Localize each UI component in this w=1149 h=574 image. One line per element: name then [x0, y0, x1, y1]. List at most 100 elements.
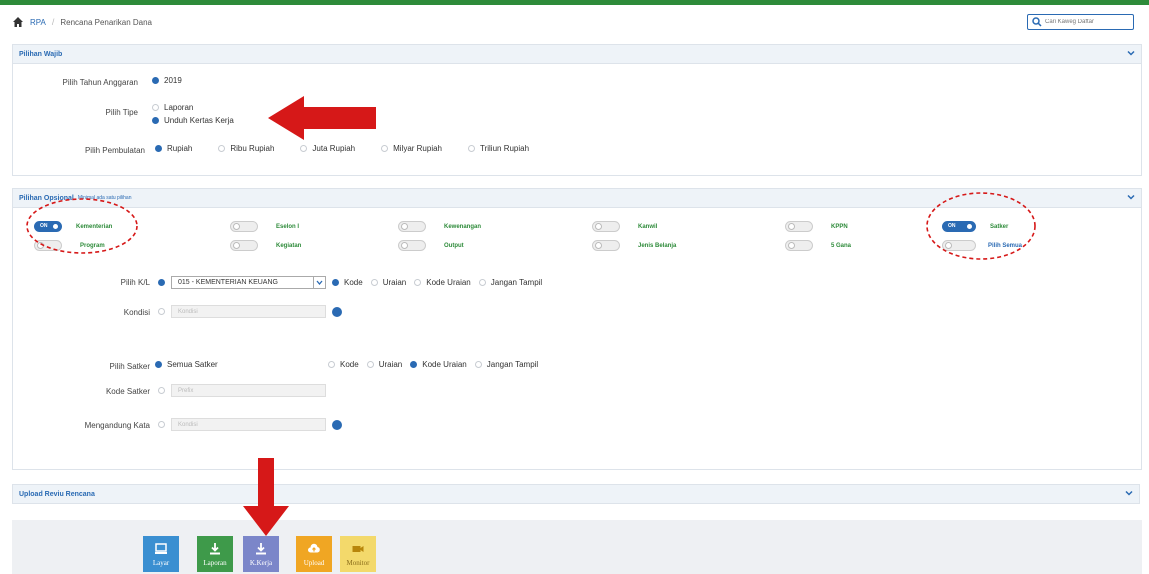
upload-button-label: Upload — [303, 558, 325, 567]
satker-all-row[interactable]: Semua Satker — [155, 360, 232, 369]
monitor-icon — [155, 542, 167, 554]
kl-radio[interactable] — [158, 279, 165, 286]
help-icon[interactable] — [332, 306, 342, 317]
toggle-label: Kanwil — [638, 223, 658, 230]
chevron-down-icon[interactable] — [1125, 489, 1133, 497]
satker-all-radio[interactable] — [155, 361, 162, 368]
toggle-kanwil[interactable]: Kanwil — [592, 221, 657, 232]
toggle-switch-jenis-belanja[interactable] — [592, 240, 620, 251]
toggle-kppn[interactable]: KPPN — [785, 221, 848, 232]
kode-satker-radio[interactable] — [158, 387, 165, 394]
panel-header-wajib[interactable]: Pilihan Wajib — [13, 45, 1141, 64]
toggle-switch-output[interactable] — [398, 240, 426, 251]
laporan-button[interactable]: Laporan — [197, 536, 233, 572]
toggle-switch-kegiatan[interactable] — [230, 240, 258, 251]
monitor-button[interactable]: Monitor — [340, 536, 376, 572]
pembulatan-radio-triliun[interactable] — [468, 145, 475, 152]
panel-upload-reviu: Upload Reviu Rencana — [12, 484, 1140, 504]
pembulatan-radio-ribu[interactable] — [218, 145, 226, 152]
pembulatan-rupiah: Rupiah — [167, 144, 193, 153]
satker-display-radio-uraian[interactable] — [366, 361, 374, 368]
kata-radio[interactable] — [158, 421, 165, 428]
home-icon[interactable] — [12, 16, 24, 28]
toggle-label: Output — [444, 242, 464, 249]
kondisi-row: Kondisi — [158, 305, 342, 318]
kl-display-radio-kode-uraian[interactable] — [414, 279, 422, 286]
kl-display-jangan: Jangan Tampil — [490, 278, 543, 287]
kl-display-kode-uraian: Kode Uraian — [426, 278, 471, 287]
video-icon — [352, 545, 364, 552]
tahun-label: Pilih Tahun Anggaran — [62, 78, 138, 87]
pembulatan-label: Pilih Pembulatan — [84, 146, 145, 155]
kl-display-radio-jangan[interactable] — [478, 279, 486, 286]
satker-display-radio-kode[interactable] — [328, 361, 335, 368]
pembulatan-options: Rupiah Ribu Rupiah Juta Rupiah Milyar Ru… — [155, 144, 543, 153]
tipe-radio-kertas-kerja[interactable] — [152, 117, 159, 124]
toggle-output[interactable]: Output — [398, 240, 464, 251]
toggle-5gana[interactable]: 5 Gana — [785, 240, 851, 251]
toggle-switch-kanwil[interactable] — [592, 221, 620, 232]
toggle-kegiatan[interactable]: Kegiatan — [230, 240, 301, 251]
breadcrumb-separator: / — [51, 17, 55, 27]
monitor-button-label: Monitor — [346, 558, 370, 567]
kondisi-input[interactable]: Kondisi — [171, 305, 326, 318]
toggle-switch-eselon[interactable] — [230, 221, 258, 232]
breadcrumb-current: Rencana Penarikan Dana — [60, 17, 152, 27]
satker-display-radio-jangan[interactable] — [474, 361, 482, 368]
kata-row: Kondisi — [158, 418, 342, 431]
tipe-radio-laporan[interactable] — [152, 104, 159, 111]
kl-display-radio-uraian[interactable] — [370, 279, 378, 286]
toggle-switch-5gana[interactable] — [785, 240, 813, 251]
help-icon[interactable] — [332, 419, 342, 430]
toggle-switch-kppn[interactable] — [785, 221, 813, 232]
panel-title-wajib: Pilihan Wajib — [19, 50, 63, 58]
layar-button-label: Layar — [152, 558, 170, 567]
tipe-option-kertas-kerja[interactable]: Unduh Kertas Kerja — [152, 116, 248, 125]
kl-display-radio-kode[interactable] — [332, 279, 339, 286]
kata-input[interactable]: Kondisi — [171, 418, 326, 431]
toggle-jenis-belanja[interactable]: Jenis Belanja — [592, 240, 676, 251]
kondisi-label: Kondisi — [123, 308, 150, 317]
upload-button[interactable]: Upload — [296, 536, 332, 572]
tipe-kertas-kerja-label: Unduh Kertas Kerja — [164, 116, 234, 125]
dashed-circle-annotation-satker — [926, 192, 1036, 260]
tahun-option[interactable]: 2019 — [152, 76, 196, 85]
pembulatan-radio-milyar[interactable] — [381, 145, 389, 152]
kl-select[interactable]: 015 - KEMENTERIAN KEUANG — [171, 276, 326, 289]
chevron-down-icon[interactable] — [1127, 193, 1135, 201]
search-icon — [1032, 17, 1042, 27]
top-accent-bar — [0, 0, 1149, 5]
toggle-label: 5 Gana — [831, 242, 852, 249]
tahun-value: 2019 — [164, 76, 182, 85]
panel-header-upload[interactable]: Upload Reviu Rencana — [12, 484, 1140, 504]
pembulatan-radio-rupiah[interactable] — [155, 145, 162, 152]
toggle-switch-kewenangan[interactable] — [398, 221, 426, 232]
toggle-eselon[interactable]: Eselon I — [230, 221, 299, 232]
toggle-kewenangan[interactable]: Kewenangan — [398, 221, 481, 232]
satker-display-radio-kode-uraian[interactable] — [410, 361, 418, 368]
kode-satker-label: Kode Satker — [105, 387, 150, 396]
search-input[interactable] — [1045, 19, 1125, 25]
chevron-down-icon[interactable] — [1127, 49, 1135, 57]
kondisi-radio[interactable] — [158, 308, 165, 315]
tahun-radio[interactable] — [152, 77, 159, 84]
kode-satker-input[interactable]: Prefix — [171, 384, 326, 397]
breadcrumb-root[interactable]: RPA — [30, 18, 46, 27]
kertas-kerja-button[interactable]: K.Kerja — [243, 536, 279, 572]
panel-title-upload: Upload Reviu Rencana — [19, 490, 95, 498]
pembulatan-radio-juta[interactable] — [300, 145, 308, 152]
layar-button[interactable]: Layar — [143, 536, 179, 572]
download-icon — [210, 542, 220, 554]
kata-label: Mengandung Kata — [84, 421, 150, 430]
search-box[interactable] — [1027, 14, 1134, 30]
tipe-option-laporan[interactable]: Laporan — [152, 103, 207, 112]
satker-display-kode: Kode — [340, 360, 359, 369]
chevron-down-icon[interactable] — [313, 277, 325, 288]
kl-display-kode: Kode — [344, 278, 363, 287]
tipe-label: Pilih Tipe — [105, 108, 138, 117]
red-arrow-down-annotation — [243, 458, 289, 536]
tipe-laporan-label: Laporan — [164, 103, 194, 112]
satker-display-uraian: Uraian — [378, 360, 403, 369]
satker-display-jangan: Jangan Tampil — [486, 360, 539, 369]
laporan-button-label: Laporan — [203, 558, 227, 567]
